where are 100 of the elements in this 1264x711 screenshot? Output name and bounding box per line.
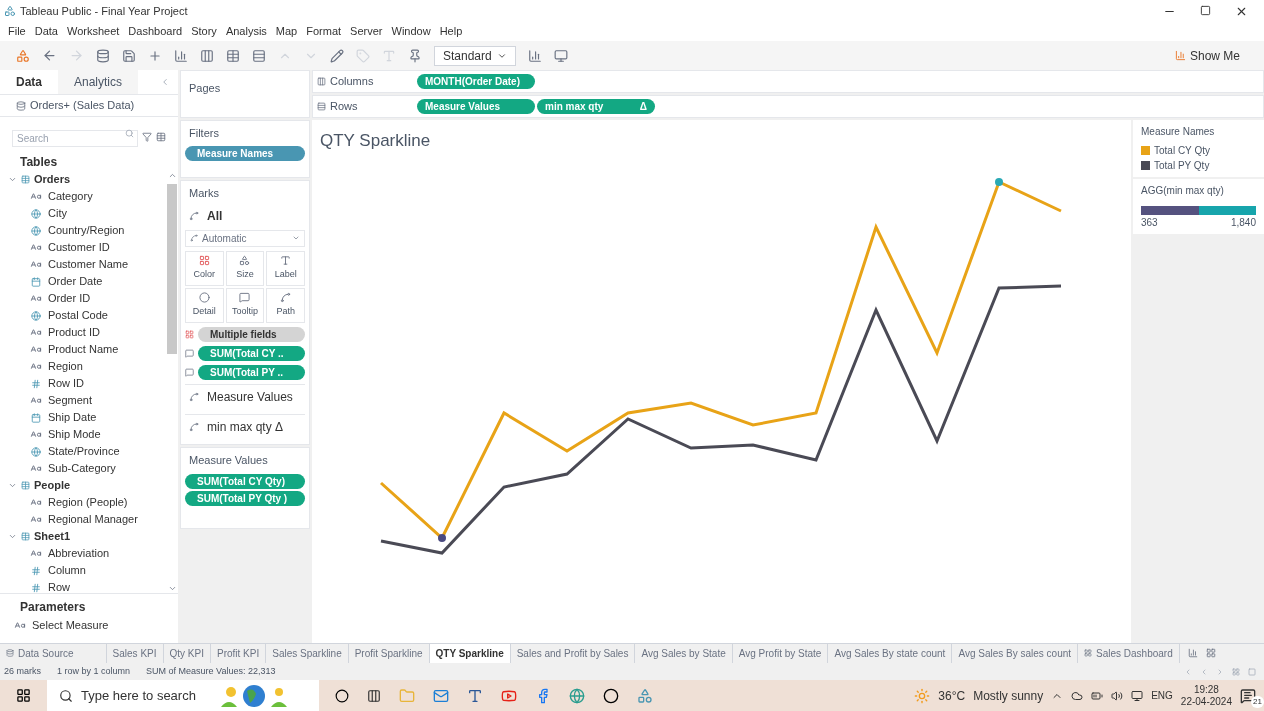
- expand-icon[interactable]: [8, 481, 17, 490]
- menu-item[interactable]: Story: [191, 23, 217, 40]
- field-item[interactable]: Order Date: [48, 273, 103, 290]
- menu-item[interactable]: Format: [306, 23, 342, 40]
- weather-text[interactable]: Mostly sunny: [973, 686, 1044, 705]
- new-dashboard-icon[interactable]: [1205, 648, 1216, 658]
- mail-icon[interactable]: [433, 687, 449, 704]
- marks-layer[interactable]: Measure Values: [207, 388, 293, 406]
- table-name[interactable]: People: [34, 477, 71, 494]
- show-me-button[interactable]: Show Me: [1174, 46, 1248, 65]
- collapse-icon[interactable]: [160, 77, 170, 87]
- weather-icon[interactable]: [914, 687, 931, 704]
- field-item[interactable]: Category: [48, 188, 93, 205]
- table-icon: [21, 175, 30, 184]
- fit-select[interactable]: Standard: [434, 45, 516, 66]
- field-item[interactable]: Row: [48, 579, 70, 593]
- text-type-icon: [28, 293, 44, 304]
- clock-time[interactable]: 19:28: [1193, 683, 1219, 696]
- highlight-icon[interactable]: [330, 48, 344, 63]
- marks-layer[interactable]: min max qty Δ: [207, 418, 284, 436]
- filter-icon[interactable]: [142, 132, 152, 142]
- cloud-icon[interactable]: [1071, 689, 1084, 702]
- menu-item[interactable]: File: [8, 23, 26, 40]
- browser-icon[interactable]: [569, 687, 585, 704]
- menu-item[interactable]: Server: [350, 23, 383, 40]
- field-item[interactable]: Segment: [48, 392, 93, 409]
- data-icon[interactable]: [96, 48, 110, 63]
- field-item[interactable]: Customer Name: [48, 256, 129, 273]
- menu-item[interactable]: Help: [439, 23, 463, 40]
- clock-date[interactable]: 22-04-2024: [1180, 695, 1232, 708]
- field-item[interactable]: Column: [48, 562, 86, 579]
- globe-icon: [28, 225, 44, 236]
- task-view-icon[interactable]: [367, 688, 381, 703]
- expand-icon[interactable]: [8, 532, 17, 541]
- maximize-icon[interactable]: [1200, 4, 1211, 16]
- new-datasource-icon[interactable]: [148, 48, 162, 63]
- start-icon[interactable]: [16, 688, 31, 703]
- circle-app-icon[interactable]: [603, 687, 619, 704]
- scrollbar-thumb[interactable]: [167, 184, 177, 354]
- logo-icon[interactable]: [16, 48, 30, 63]
- field-item[interactable]: Product ID: [48, 324, 100, 341]
- menu-item[interactable]: Window: [391, 23, 431, 40]
- next-sheet-icon[interactable]: [1216, 667, 1224, 676]
- expand-icon[interactable]: [8, 175, 17, 184]
- line-icon: [190, 234, 198, 242]
- app-icon[interactable]: [637, 687, 653, 704]
- text-type-icon: [28, 429, 44, 440]
- menu-item[interactable]: Data: [34, 23, 58, 40]
- battery-icon[interactable]: [1091, 689, 1104, 702]
- field-item[interactable]: Country/Region: [48, 222, 125, 239]
- taskbar-search-box[interactable]: Type here to search: [47, 680, 319, 711]
- language-indicator[interactable]: ENG: [1151, 688, 1173, 703]
- field-item[interactable]: Regional Manager: [48, 511, 138, 528]
- menu-item[interactable]: Dashboard: [128, 23, 183, 40]
- table-name[interactable]: Orders: [34, 171, 71, 188]
- tooltip-icon: [239, 291, 251, 303]
- scroll-down-icon[interactable]: [167, 584, 177, 593]
- field-item[interactable]: Region (People): [48, 494, 128, 511]
- back-icon[interactable]: [42, 48, 57, 63]
- field-item[interactable]: Region: [48, 358, 83, 375]
- text-type-icon: [28, 259, 44, 270]
- field-item[interactable]: Sub-Category: [48, 460, 116, 477]
- marks-button[interactable]: Color: [185, 250, 224, 286]
- marks-button[interactable]: Path: [266, 287, 305, 323]
- field-item[interactable]: City: [48, 205, 67, 222]
- table-name[interactable]: Sheet1: [34, 528, 71, 545]
- field-item[interactable]: Product Name: [48, 341, 119, 358]
- field-item[interactable]: Abbreviation: [48, 545, 110, 562]
- volume-icon[interactable]: [1111, 689, 1124, 702]
- field-item[interactable]: State/Province: [48, 443, 120, 460]
- field-pill[interactable]: Multiple fields: [198, 326, 305, 342]
- field-item[interactable]: Ship Mode: [48, 426, 101, 443]
- new-worksheet-icon[interactable]: [1187, 648, 1198, 658]
- sheet-tab[interactable]: QTY Sparkline: [429, 644, 511, 663]
- temperature[interactable]: 36°C: [938, 686, 966, 705]
- menu-item[interactable]: Worksheet: [67, 23, 120, 40]
- field-item[interactable]: Ship Date: [48, 409, 97, 426]
- field-item[interactable]: Postal Code: [48, 307, 108, 324]
- panel-tab[interactable]: Analytics: [58, 70, 139, 94]
- presentation-icon[interactable]: [554, 48, 568, 63]
- line-icon: [189, 422, 199, 432]
- marks-button[interactable]: Tooltip: [225, 287, 265, 323]
- marks-button[interactable]: Size: [225, 250, 265, 286]
- marks-button[interactable]: Label: [266, 250, 305, 286]
- previous-sheet-icon[interactable]: [1200, 667, 1208, 676]
- field-item[interactable]: Row ID: [48, 375, 85, 392]
- device-icon[interactable]: [1131, 689, 1144, 702]
- scroll-up-icon[interactable]: [167, 171, 177, 180]
- datasource-name[interactable]: Orders+ (Sales Data): [30, 97, 135, 114]
- pin-icon[interactable]: [408, 48, 422, 63]
- field-item[interactable]: Customer ID: [48, 239, 110, 256]
- menu-item[interactable]: Map: [275, 23, 298, 40]
- mark-type-select[interactable]: Automatic: [185, 229, 305, 247]
- field-item[interactable]: Order ID: [48, 290, 91, 307]
- menu-item[interactable]: Analysis: [225, 23, 267, 40]
- parameter-item[interactable]: Select Measure: [32, 617, 109, 634]
- search-field[interactable]: Search: [12, 130, 138, 147]
- save-icon[interactable]: [122, 48, 136, 63]
- marks-button[interactable]: Detail: [185, 287, 224, 323]
- marks-layer[interactable]: All: [207, 206, 223, 225]
